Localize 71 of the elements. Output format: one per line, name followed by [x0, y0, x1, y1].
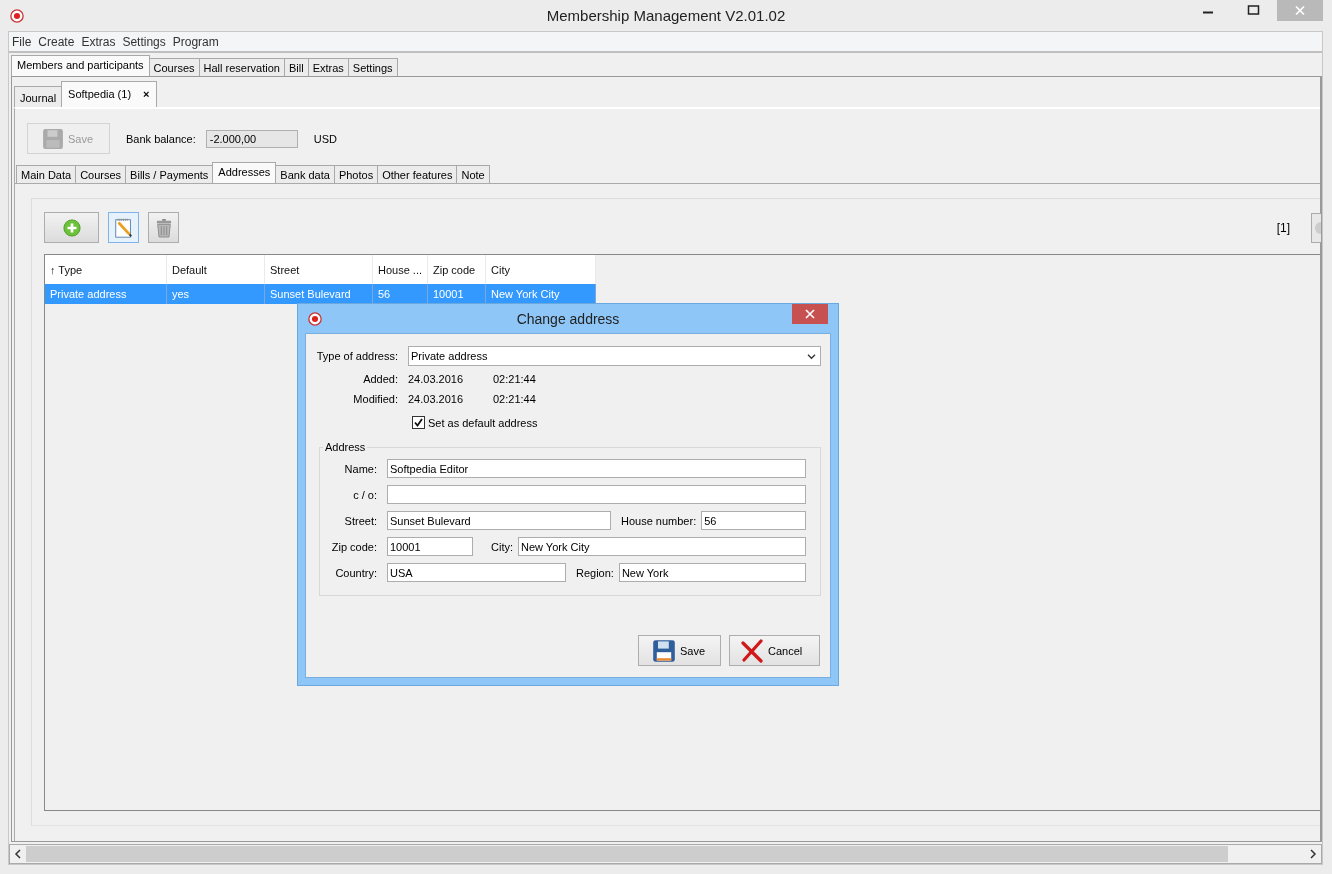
menu-item[interactable]: Program: [172, 34, 219, 49]
input-field[interactable]: Softpedia Editor: [387, 459, 806, 478]
tab[interactable]: Photos: [333, 165, 379, 183]
tab[interactable]: Extras: [307, 58, 349, 76]
menu-item[interactable]: Settings: [122, 34, 166, 49]
bank-balance-field: -2.000,00: [205, 129, 298, 148]
plus-icon: [62, 218, 81, 237]
time-text: 02:21:44: [493, 393, 536, 405]
cancel-button[interactable]: Cancel: [729, 635, 820, 666]
cross-icon: [740, 638, 764, 663]
currency-label: USD: [313, 132, 337, 145]
group-label: Address: [324, 441, 367, 453]
field-label: Name:: [343, 462, 377, 475]
tab[interactable]: Bill: [283, 58, 309, 76]
window-title: Membership Management V2.01.02: [546, 7, 786, 24]
trash-can-icon: [154, 216, 173, 239]
notepad-pencil-icon: [112, 216, 135, 239]
input-field[interactable]: 10001: [387, 537, 473, 556]
tab[interactable]: Softpedia (1) ×: [61, 81, 157, 107]
input-field[interactable]: [387, 485, 806, 504]
field-label: Country:: [334, 566, 377, 579]
field-label: Region:: [576, 566, 614, 579]
app-logo-icon: [10, 8, 24, 23]
gear-icon[interactable]: [1311, 212, 1321, 243]
chevron-down-icon: [807, 352, 816, 360]
add-button[interactable]: [44, 212, 99, 243]
tab[interactable]: Bank data: [275, 165, 335, 183]
close-button[interactable]: [792, 304, 828, 324]
address-type-dropdown[interactable]: Private address: [408, 346, 821, 366]
app-logo-icon: [308, 311, 322, 326]
tab[interactable]: Courses: [75, 165, 127, 183]
bank-balance-label: Bank balance:: [126, 132, 196, 145]
tab[interactable]: Courses: [148, 58, 200, 76]
tab[interactable]: Main Data: [16, 165, 77, 183]
field-label: Modified:: [352, 393, 398, 405]
input-field[interactable]: 56: [701, 511, 806, 530]
input-field[interactable]: USA: [387, 563, 566, 582]
date-text: 24.03.2016: [408, 393, 465, 405]
field-label: House number:: [621, 514, 697, 527]
page-indicator: [1]: [1276, 220, 1290, 235]
tab[interactable]: Other features: [377, 165, 458, 183]
dialog-title: Change address: [516, 311, 620, 327]
input-field[interactable]: Sunset Bulevard: [387, 511, 611, 530]
field-label: Zip code:: [330, 540, 377, 553]
close-tab-button[interactable]: ×: [143, 88, 150, 100]
horizontal-scrollbar[interactable]: [9, 844, 1322, 864]
field-label: c / o:: [352, 488, 377, 501]
time-text: 02:21:44: [493, 373, 536, 385]
field-label: Added:: [362, 373, 398, 385]
tab[interactable]: Addresses: [212, 162, 277, 183]
tab[interactable]: Journal: [14, 86, 63, 107]
field-label: City:: [491, 540, 513, 553]
delete-button[interactable]: [148, 212, 179, 243]
tab[interactable]: Members and participants: [11, 55, 150, 76]
field-label: Type of address:: [316, 350, 398, 362]
field-label: Street:: [343, 514, 377, 527]
tab[interactable]: Hall reservation: [198, 58, 285, 76]
tab[interactable]: Settings: [347, 58, 398, 76]
menu-item[interactable]: File: [12, 34, 32, 49]
input-field[interactable]: New York: [618, 563, 806, 582]
date-text: 24.03.2016: [408, 373, 465, 385]
table-cell: yes: [167, 284, 265, 304]
tab[interactable]: Note: [456, 165, 490, 183]
menu-item[interactable]: Extras: [81, 34, 116, 49]
tab[interactable]: Bills / Payments: [125, 165, 214, 183]
save-button[interactable]: Save: [638, 635, 721, 666]
default-address-checkbox[interactable]: Set as default address: [412, 416, 538, 429]
table-cell: Private address: [45, 284, 167, 304]
menu-item[interactable]: Create: [38, 34, 75, 49]
edit-button[interactable]: [108, 212, 139, 243]
input-field[interactable]: New York City: [518, 537, 806, 556]
